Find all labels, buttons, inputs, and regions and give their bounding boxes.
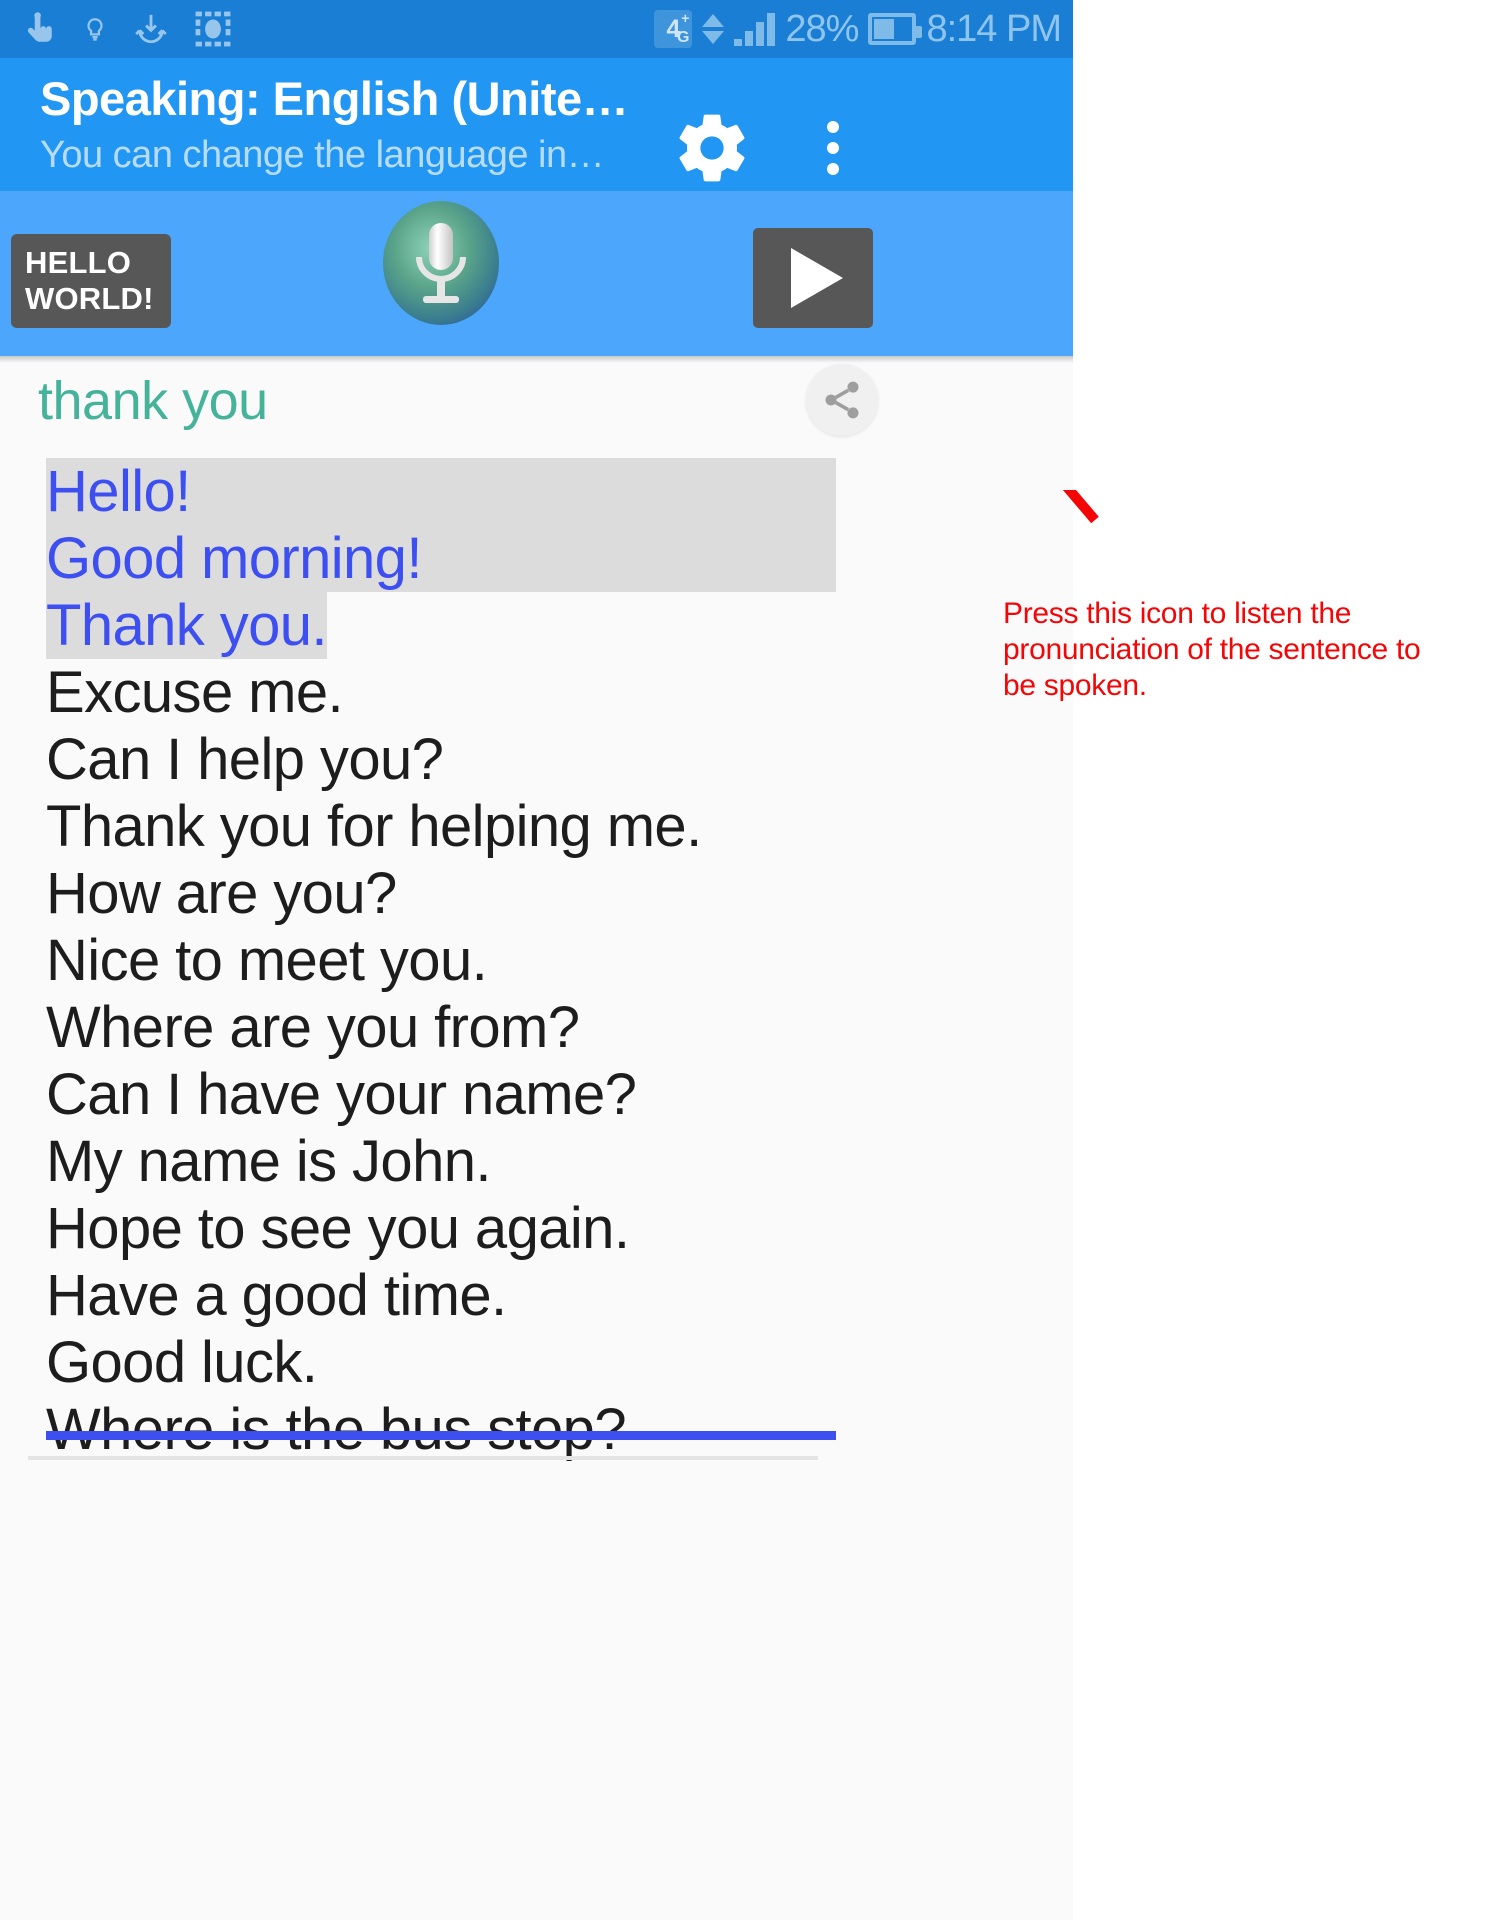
hello-world-button[interactable]: HELLO WORLD!: [11, 234, 171, 328]
sentence-line[interactable]: Good luck.: [46, 1329, 836, 1396]
play-icon: [791, 248, 843, 308]
more-vertical-icon-dot-2: [827, 142, 839, 154]
content-top-shadow: [0, 356, 1073, 363]
microphone-icon: [383, 201, 499, 325]
status-bar: 4 + G 28% 8:14 PM: [0, 0, 1073, 58]
selected-sentences-block[interactable]: Hello! Good morning! Thank you.: [46, 458, 836, 659]
hello-world-label-line2: WORLD!: [25, 281, 154, 316]
screenshot-icon: [195, 11, 231, 47]
app-bar-subtitle: You can change the language in…: [40, 134, 605, 176]
control-strip: HELLO WORLD!: [0, 191, 1073, 356]
signal-strength-icon: [734, 12, 776, 46]
sentence-line[interactable]: Hope to see you again.: [46, 1195, 836, 1262]
sentence-line[interactable]: How are you?: [46, 860, 836, 927]
battery-icon: [868, 13, 923, 45]
lightbulb-icon: [87, 18, 103, 41]
status-bar-left-icons: [0, 10, 232, 48]
sentence-line[interactable]: Have a good time.: [46, 1262, 836, 1329]
upload-arrow-icon: [702, 14, 725, 27]
selected-sentence-line[interactable]: Good morning!: [46, 525, 836, 592]
settings-button[interactable]: [672, 108, 752, 188]
play-pronunciation-button[interactable]: [753, 228, 873, 328]
sentence-line[interactable]: Can I help you?: [46, 726, 836, 793]
sentence-line-clipped[interactable]: Where is the bus stop?: [46, 1396, 836, 1463]
share-button[interactable]: [806, 364, 878, 436]
battery-percent-label: 28%: [785, 8, 859, 50]
edit-field-underline: [46, 1431, 836, 1440]
overflow-menu-button[interactable]: [810, 108, 856, 188]
phone-screenshot: 4 + G 28% 8:14 PM Speaking: English (Uni…: [0, 0, 1073, 1920]
network-type-badge: 4 + G: [654, 10, 693, 48]
recognized-hint-text: thank you: [38, 371, 268, 431]
data-transfer-arrows-icon: [702, 14, 725, 44]
selected-sentence-line[interactable]: Hello!: [46, 458, 836, 525]
more-vertical-icon-dot-1: [827, 121, 839, 133]
sentence-line[interactable]: Where are you from?: [46, 994, 836, 1061]
microphone-button[interactable]: [381, 201, 501, 326]
sentence-list-edit-field[interactable]: Hello! Good morning! Thank you. Excuse m…: [46, 458, 836, 1463]
app-bar: Speaking: English (Unite… You can change…: [0, 58, 1073, 191]
sentence-line[interactable]: Thank you for helping me.: [46, 793, 836, 860]
list-divider: [28, 1456, 818, 1460]
sentence-line[interactable]: Can I have your name?: [46, 1061, 836, 1128]
network-plus-label: +: [681, 10, 690, 26]
status-bar-right-indicators: 4 + G 28% 8:14 PM: [654, 0, 1073, 58]
sentence-line[interactable]: Excuse me.: [46, 659, 836, 726]
hello-world-label-line1: HELLO: [25, 245, 132, 280]
download-arrow-icon: [702, 31, 725, 44]
clock-label: 8:14 PM: [926, 8, 1062, 50]
touch-pointer-icon: [27, 12, 52, 42]
content-area: thank you Hello! Good morning! Thank you…: [0, 356, 1073, 1920]
gear-icon: [679, 114, 745, 182]
more-vertical-icon-dot-3: [827, 163, 839, 175]
download-sync-icon: [135, 14, 167, 44]
sentence-line[interactable]: My name is John.: [46, 1128, 836, 1195]
app-bar-title: Speaking: English (Unite…: [40, 72, 629, 125]
selected-sentence-line[interactable]: Thank you.: [46, 592, 328, 659]
sentence-line[interactable]: Nice to meet you.: [46, 927, 836, 994]
share-icon: [825, 381, 859, 419]
network-g-label: G: [676, 29, 690, 46]
